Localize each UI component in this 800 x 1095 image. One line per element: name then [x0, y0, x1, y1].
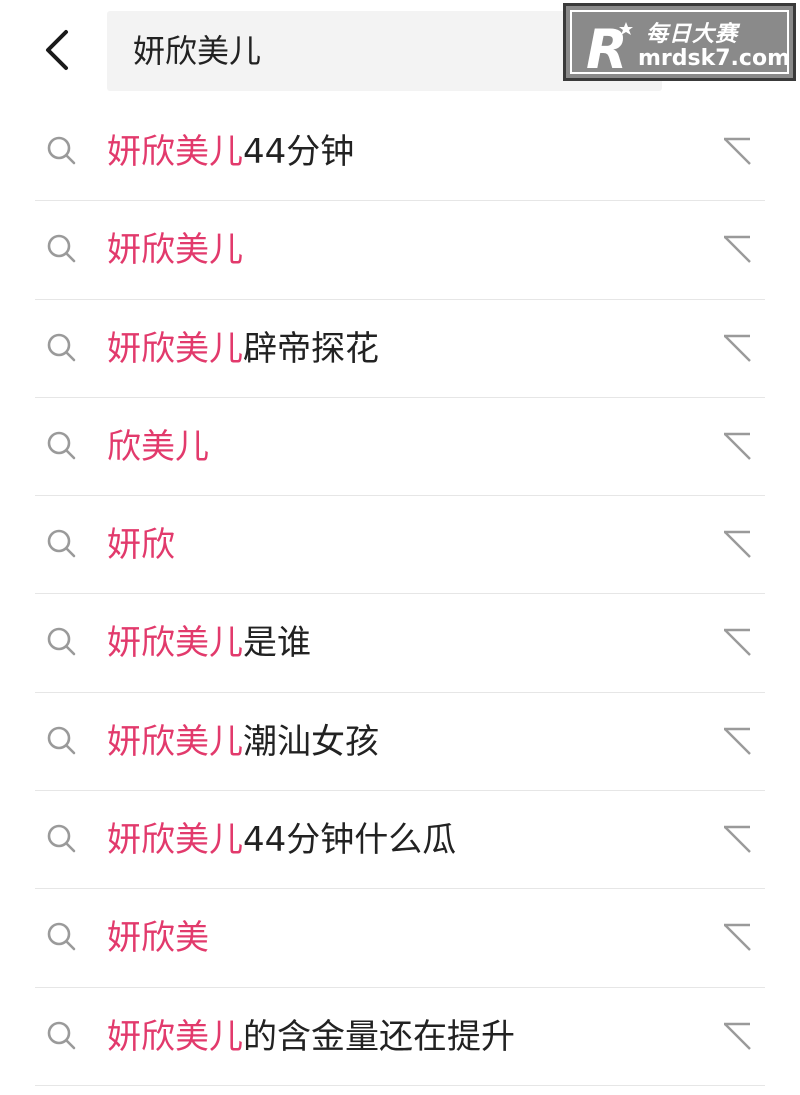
fill-query-button[interactable] [720, 919, 756, 955]
search-icon [47, 923, 76, 951]
arrow-up-left-icon [724, 924, 751, 952]
suggestion-item[interactable]: 妍欣美儿是谁 [0, 594, 800, 694]
search-header: R 每日大赛 mrdsk7.com [0, 0, 800, 100]
arrow-up-left-icon [724, 629, 751, 657]
suggestion-item[interactable]: 妍欣美儿潮汕女孩 [0, 693, 800, 792]
suggestion-item[interactable]: 妍欣美儿的含金量还在提升 [0, 988, 800, 1087]
suggestion-match: 妍欣美儿 [107, 623, 243, 664]
arrow-up-left-icon [724, 137, 751, 165]
search-icon [47, 333, 76, 361]
search-icon [47, 824, 76, 853]
arrow-up-left-icon [724, 432, 751, 460]
suggestion-match: 妍欣 [107, 525, 175, 566]
suggestion-item[interactable]: 妍欣 [0, 496, 800, 595]
suggestion-text: 妍欣美儿 [107, 201, 243, 299]
suggestion-item[interactable]: 妍欣美儿 [0, 201, 800, 300]
suggestion-text: 妍欣美儿是谁 [107, 594, 311, 692]
suggestion-text: 妍欣美儿辟帝探花 [107, 300, 379, 398]
search-icon [47, 628, 76, 656]
search-icon [47, 431, 76, 460]
search-icon [47, 234, 76, 263]
search-input[interactable] [133, 11, 533, 91]
fill-query-button[interactable] [720, 526, 756, 562]
watermark-url: mrdsk7.com [638, 46, 790, 71]
suggestion-rest: 44分钟 [243, 132, 355, 172]
suggestion-match: 欣美儿 [107, 426, 209, 467]
fill-query-button[interactable] [720, 624, 756, 660]
suggestion-rest: 的含金量还在提升 [243, 1016, 515, 1057]
suggestion-list: 妍欣美儿44分钟 妍欣美儿 妍欣美儿辟帝探花 欣美儿 妍欣 妍欣美儿是谁 妍欣美儿潮汕女孩妍… [0, 103, 800, 1087]
arrow-up-left-icon [724, 334, 751, 362]
suggestion-rest: 辟帝探花 [243, 328, 379, 369]
suggestion-text: 妍欣 [107, 496, 175, 594]
watermark-logo-icon: R [586, 18, 633, 76]
watermark-frame: R 每日大赛 mrdsk7.com [570, 10, 790, 76]
suggestion-rest: 是谁 [243, 623, 311, 664]
search-icon [47, 1021, 76, 1049]
chevron-left-icon [46, 30, 68, 70]
suggestion-rest: 44分钟什么瓜 [243, 820, 457, 861]
suggestion-match: 妍欣美儿 [107, 721, 243, 762]
suggestion-item[interactable]: 妍欣美儿辟帝探花 [0, 300, 800, 399]
fill-query-button[interactable] [720, 231, 756, 267]
fill-query-button[interactable] [720, 723, 756, 759]
suggestion-match: 妍欣美儿 [107, 328, 243, 369]
fill-query-button[interactable] [720, 821, 756, 857]
arrow-up-left-icon [724, 727, 751, 755]
watermark-brand: 每日大赛 [646, 22, 739, 47]
fill-query-button[interactable] [720, 133, 756, 169]
suggestion-match: 妍欣美儿 [107, 820, 243, 861]
back-button[interactable] [36, 22, 86, 78]
suggestion-match: 妍欣美儿 [107, 1016, 243, 1057]
suggestion-match: 妍欣美儿 [107, 132, 243, 172]
suggestion-match: 妍欣美 [107, 918, 209, 959]
arrow-up-left-icon [724, 236, 751, 264]
suggestion-item[interactable]: 妍欣美 [0, 889, 800, 988]
suggestion-text: 妍欣美儿44分钟什么瓜 [107, 791, 456, 889]
fill-query-button[interactable] [720, 428, 756, 464]
suggestion-text: 欣美儿 [107, 398, 209, 496]
arrow-up-left-icon [724, 530, 751, 559]
suggestion-text: 妍欣美儿的含金量还在提升 [107, 988, 515, 1086]
search-icon [47, 136, 76, 165]
suggestion-item[interactable]: 妍欣美儿44分钟 [0, 103, 800, 202]
arrow-up-left-icon [724, 825, 751, 853]
suggestion-text: 妍欣美 [107, 889, 209, 987]
fill-query-button[interactable] [720, 1018, 756, 1054]
search-icon [47, 726, 76, 755]
suggestion-rest: 潮汕女孩 [243, 721, 379, 762]
arrow-up-left-icon [724, 1022, 751, 1050]
suggestion-item[interactable]: 欣美儿 [0, 398, 800, 497]
fill-query-button[interactable] [720, 330, 756, 366]
suggestion-text: 妍欣美儿44分钟 [107, 103, 354, 201]
suggestion-text: 妍欣美儿潮汕女孩 [107, 693, 379, 791]
search-icon [47, 529, 76, 558]
svg-text:R: R [586, 18, 628, 76]
watermark: R 每日大赛 mrdsk7.com [563, 3, 796, 81]
suggestion-item[interactable]: 妍欣美儿44分钟什么瓜 [0, 791, 800, 890]
suggestion-match: 妍欣美儿 [107, 230, 243, 271]
